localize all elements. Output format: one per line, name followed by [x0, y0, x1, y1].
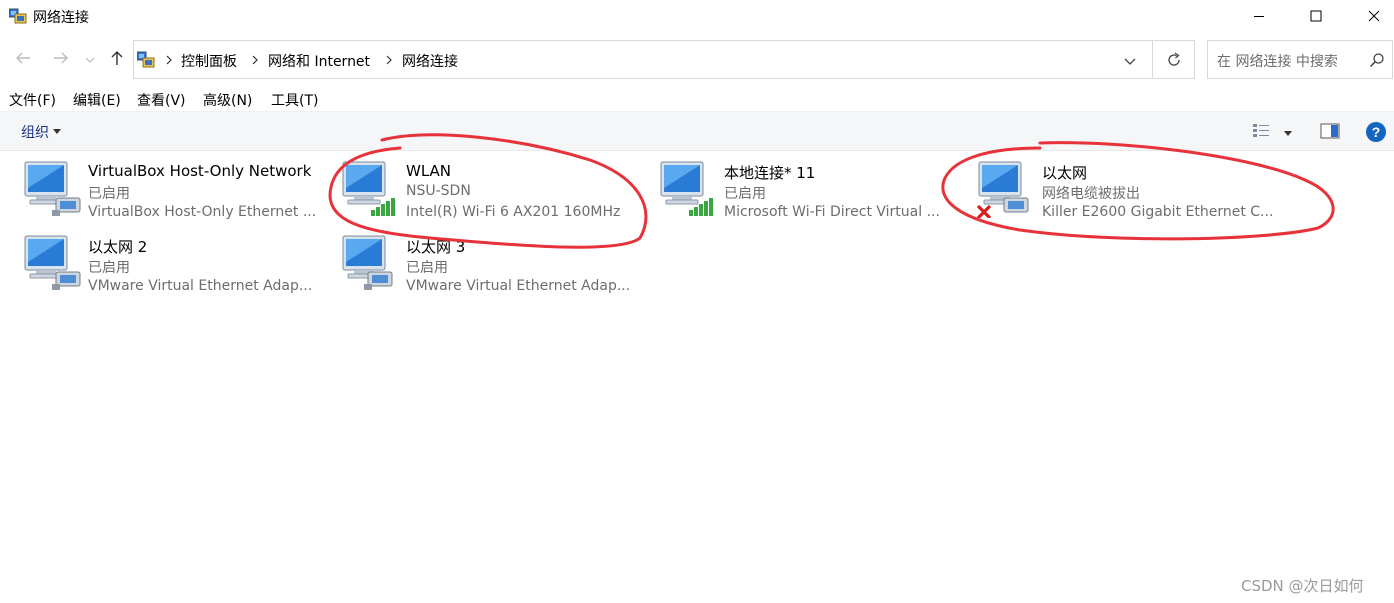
connection-device: VMware Virtual Ethernet Adap...: [406, 278, 631, 294]
address-history-dropdown[interactable]: [1122, 53, 1138, 69]
watermark: CSDN @次日如何: [1241, 577, 1364, 595]
view-options-dropdown[interactable]: [1283, 126, 1293, 142]
title-bar: 网络连接: [0, 0, 1394, 34]
details-view-icon: [1252, 124, 1274, 144]
breadcrumb-separator-icon: [164, 53, 174, 67]
ethernet-adapter-icon: [22, 232, 84, 292]
chevron-down-icon: [1122, 57, 1138, 73]
window-title: 网络连接: [33, 10, 89, 26]
ethernet-adapter-icon: [22, 158, 84, 218]
close-icon: [1368, 10, 1380, 22]
refresh-icon: [1164, 52, 1184, 74]
connection-item[interactable]: 以太网 网络电缆被拔出 Killer E2600 Gigabit Etherne…: [976, 152, 1286, 222]
arrow-left-icon: [15, 51, 31, 69]
connection-name: 以太网 2: [88, 238, 148, 256]
breadcrumb-separator-icon: [250, 53, 260, 67]
svg-text:?: ?: [1372, 124, 1381, 140]
search-placeholder: 在 网络连接 中搜索: [1217, 54, 1338, 70]
arrow-right-icon: [53, 51, 69, 69]
preview-pane-button[interactable]: [1320, 123, 1340, 143]
menu-tools[interactable]: 工具(T): [271, 90, 318, 110]
minimize-button[interactable]: [1236, 0, 1282, 32]
connection-name: 以太网: [1042, 164, 1088, 182]
connection-status: 网络电缆被拔出: [1042, 186, 1140, 202]
maximize-button[interactable]: [1293, 0, 1339, 32]
connection-item[interactable]: WLAN NSU-SDN Intel(R) Wi-Fi 6 AX201 160M…: [340, 152, 650, 222]
connection-device: VirtualBox Host-Only Ethernet ...: [88, 204, 317, 220]
caret-down-icon: [1283, 126, 1293, 142]
breadcrumb-separator-icon: [384, 53, 394, 67]
close-button[interactable]: [1351, 0, 1394, 32]
connection-item[interactable]: 本地连接* 11 已启用 Microsoft Wi-Fi Direct Virt…: [658, 152, 968, 222]
connection-status: 已启用: [88, 186, 130, 202]
connection-name: VirtualBox Host-Only Network: [88, 162, 312, 180]
help-button[interactable]: ?: [1365, 121, 1387, 147]
divider: [1152, 41, 1153, 78]
arrow-up-icon: [110, 50, 124, 70]
menu-file[interactable]: 文件(F): [9, 90, 56, 110]
recent-locations-button[interactable]: [82, 50, 98, 70]
connection-item[interactable]: 以太网 2 已启用 VMware Virtual Ethernet Adap..…: [22, 226, 332, 296]
organize-label: 组织: [21, 125, 49, 141]
command-bar: 组织 ?: [0, 111, 1394, 151]
menu-view[interactable]: 查看(V): [137, 90, 186, 110]
connection-status: 已启用: [724, 186, 766, 202]
address-row: 控制面板 网络和 Internet 网络连接 在 网络连接 中搜索: [0, 40, 1394, 80]
address-bar[interactable]: 控制面板 网络和 Internet 网络连接: [133, 40, 1195, 79]
help-icon: ?: [1365, 122, 1387, 147]
connection-status: NSU-SDN: [406, 183, 471, 199]
change-view-button[interactable]: [1252, 122, 1274, 144]
breadcrumb-control-panel[interactable]: 控制面板: [181, 51, 237, 71]
minimize-icon: [1253, 10, 1265, 22]
ethernet-adapter-icon: [340, 232, 402, 292]
chevron-down-icon: [85, 52, 95, 68]
ethernet-disconnected-icon: [976, 158, 1038, 220]
network-connections-icon: [8, 8, 27, 24]
network-folder-icon: [136, 51, 155, 68]
search-box[interactable]: 在 网络连接 中搜索: [1207, 40, 1393, 79]
menu-edit[interactable]: 编辑(E): [73, 90, 121, 110]
caret-down-icon: [53, 128, 61, 134]
refresh-button[interactable]: [1164, 50, 1184, 70]
connection-device: Microsoft Wi-Fi Direct Virtual ...: [724, 204, 940, 220]
back-button[interactable]: [12, 50, 34, 70]
search-icon: [1369, 52, 1385, 68]
connection-item[interactable]: 以太网 3 已启用 VMware Virtual Ethernet Adap..…: [340, 226, 650, 296]
connection-status: 已启用: [406, 260, 448, 276]
connection-device: VMware Virtual Ethernet Adap...: [88, 278, 313, 294]
maximize-icon: [1310, 10, 1322, 22]
wifi-adapter-icon: [658, 158, 720, 218]
connection-status: 已启用: [88, 260, 130, 276]
breadcrumb-network-internet[interactable]: 网络和 Internet: [268, 51, 370, 71]
connections-list: VirtualBox Host-Only Network 已启用 Virtual…: [0, 152, 1394, 603]
wifi-adapter-icon: [340, 158, 402, 218]
preview-pane-icon: [1320, 123, 1340, 143]
menu-advanced[interactable]: 高级(N): [203, 90, 252, 110]
connection-name: WLAN: [406, 162, 452, 180]
connection-item[interactable]: VirtualBox Host-Only Network 已启用 Virtual…: [22, 152, 332, 222]
organize-button[interactable]: 组织: [21, 122, 61, 142]
connection-device: Killer E2600 Gigabit Ethernet C...: [1042, 204, 1274, 220]
connection-name: 以太网 3: [406, 238, 466, 256]
up-button[interactable]: [106, 50, 128, 70]
forward-button[interactable]: [50, 50, 72, 70]
breadcrumb-network-connections[interactable]: 网络连接: [402, 51, 458, 71]
connection-device: Intel(R) Wi-Fi 6 AX201 160MHz: [406, 204, 621, 220]
connection-name: 本地连接* 11: [724, 164, 816, 182]
